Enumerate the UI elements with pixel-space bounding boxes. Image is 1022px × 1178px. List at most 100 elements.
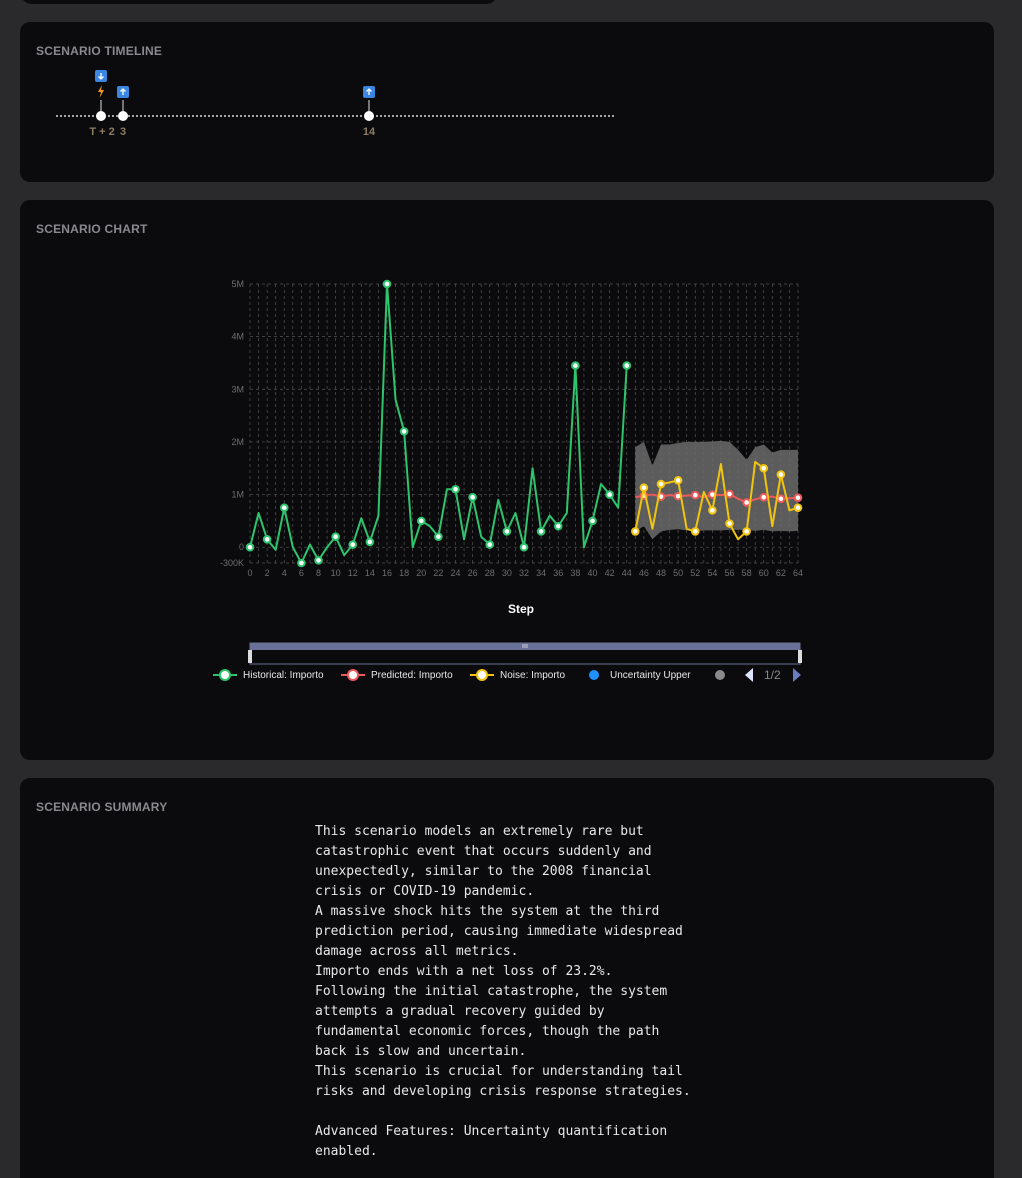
noise-series-point[interactable] <box>742 527 751 536</box>
y-tick-label: 5M <box>231 279 244 289</box>
historical-series-point[interactable] <box>382 279 392 289</box>
historical-series-point[interactable] <box>434 532 443 541</box>
x-tick-label: 38 <box>570 568 580 578</box>
historical-series-point[interactable] <box>519 542 529 552</box>
summary-title: SCENARIO SUMMARY <box>36 800 168 814</box>
x-tick-label: 60 <box>759 568 769 578</box>
y-tick-label: -300K <box>220 558 244 568</box>
historical-series-point[interactable] <box>365 537 375 547</box>
x-tick-label: 48 <box>656 568 666 578</box>
legend-label: Historical: Importo <box>243 670 324 681</box>
x-tick-label: 24 <box>450 568 460 578</box>
noise-series-point[interactable] <box>631 527 640 536</box>
timeline-marker-label: 3 <box>120 126 126 138</box>
noise-series-point[interactable] <box>708 506 717 515</box>
x-tick-label: 42 <box>605 568 615 578</box>
legend-item-uncertainty-upper[interactable]: Uncertainty Upper <box>589 670 691 681</box>
legend-label: Predicted: Importo <box>371 670 453 681</box>
noise-series-point[interactable] <box>776 470 786 479</box>
historical-series-point[interactable] <box>468 492 477 502</box>
legend-item-uncertainty-lower[interactable] <box>715 670 725 680</box>
data-zoom-slider[interactable] <box>248 642 802 665</box>
historical-series-point[interactable] <box>348 540 358 549</box>
historical-series-point[interactable] <box>279 503 289 513</box>
x-tick-label: 20 <box>416 568 426 578</box>
y-tick-label: 3M <box>231 384 244 394</box>
x-tick-label: 4 <box>282 568 287 578</box>
legend-label: Uncertainty Upper <box>610 670 691 681</box>
predicted-series-point[interactable] <box>690 490 700 500</box>
x-tick-label: 36 <box>553 568 563 578</box>
legend-item-historical[interactable]: Historical: Importo <box>213 669 324 681</box>
y-tick-label: 0 <box>239 542 244 552</box>
noise-series-point[interactable] <box>759 463 769 473</box>
timeline-track: T + 2 3 14 <box>56 70 614 138</box>
x-axis-title: Step <box>508 602 534 616</box>
noise-series-point[interactable] <box>725 519 734 528</box>
historical-series-point[interactable] <box>553 521 563 531</box>
historical-series-point[interactable] <box>314 556 323 565</box>
timeline-marker-label: 14 <box>363 126 376 138</box>
predicted-series-point[interactable] <box>776 494 786 504</box>
historical-series-point[interactable] <box>502 527 512 536</box>
historical-series-point[interactable] <box>571 361 580 370</box>
x-tick-label: 54 <box>707 568 717 578</box>
scenario-timeline-panel: SCENARIO TIMELINE T + 2 3 14 <box>20 22 994 182</box>
x-tick-label: 16 <box>382 568 392 578</box>
x-tick-label: 14 <box>365 568 375 578</box>
timeline-marker-label: T + 2 <box>89 126 114 138</box>
x-tick-label: 28 <box>485 568 495 578</box>
historical-series-point[interactable] <box>399 427 409 436</box>
timeline-marker-dot[interactable] <box>96 111 106 121</box>
legend-page-indicator: 1/2 <box>764 668 781 682</box>
legend-prev-page-icon[interactable] <box>745 668 753 682</box>
timeline-marker-dot[interactable] <box>364 111 374 121</box>
historical-series-point[interactable] <box>297 558 306 568</box>
x-tick-label: 64 <box>793 568 803 578</box>
summary-text: This scenario models an extremely rare b… <box>315 824 691 1159</box>
legend-item-predicted[interactable]: Predicted: Importo <box>341 669 453 681</box>
historical-series-point[interactable] <box>451 485 460 494</box>
predicted-series-point[interactable] <box>793 493 803 503</box>
historical-series-point[interactable] <box>485 540 495 549</box>
noise-series-point[interactable] <box>793 503 803 513</box>
scenario-summary-panel: SCENARIO SUMMARY This scenario models an… <box>20 778 994 1178</box>
historical-series-point[interactable] <box>605 490 614 499</box>
y-tick-label: 2M <box>231 437 244 447</box>
noise-series-point[interactable] <box>639 483 649 493</box>
legend-item-noise[interactable]: Noise: Importo <box>470 669 565 681</box>
y-tick-label: 1M <box>231 490 244 500</box>
predicted-series-point[interactable] <box>725 489 734 499</box>
historical-series-point[interactable] <box>331 532 340 541</box>
historical-series-point[interactable] <box>622 361 632 370</box>
x-tick-label: 2 <box>265 568 270 578</box>
zoom-handle-left[interactable] <box>248 650 252 663</box>
x-tick-label: 32 <box>519 568 529 578</box>
timeline-marker-dot[interactable] <box>118 111 128 121</box>
x-tick-label: 34 <box>536 568 546 578</box>
x-tick-label: 50 <box>673 568 683 578</box>
historical-series-point[interactable] <box>245 542 255 552</box>
legend-label: Noise: Importo <box>500 670 565 681</box>
timeline-marker-step-14[interactable]: 14 <box>363 86 376 138</box>
historical-series-point[interactable] <box>588 516 597 526</box>
legend-next-page-icon[interactable] <box>793 668 801 682</box>
timeline-marker-step-3[interactable]: 3 <box>117 86 129 138</box>
noise-series-point[interactable] <box>690 527 700 536</box>
noise-series-point[interactable] <box>656 479 666 489</box>
historical-series-point[interactable] <box>262 535 272 544</box>
historical-series-point[interactable] <box>416 516 426 526</box>
x-tick-label: 56 <box>724 568 734 578</box>
x-tick-label: 62 <box>776 568 786 578</box>
noise-series-point[interactable] <box>673 476 683 485</box>
x-tick-label: 18 <box>399 568 409 578</box>
chart-legend: Historical: Importo Predicted: Importo N… <box>213 668 801 682</box>
zoom-handle-right[interactable] <box>798 650 802 663</box>
x-tick-label: 40 <box>587 568 597 578</box>
historical-series-point[interactable] <box>536 527 546 536</box>
timeline-marker-shock[interactable]: T + 2 <box>89 70 115 138</box>
predicted-series-point[interactable] <box>759 492 769 502</box>
chart-axes: -300K01M2M3M4M5M0 2 4 6 8 10 12 14 16 18 20 22 24 26 2… <box>220 279 803 578</box>
x-tick-label: 44 <box>622 568 632 578</box>
x-tick-label: 22 <box>433 568 443 578</box>
